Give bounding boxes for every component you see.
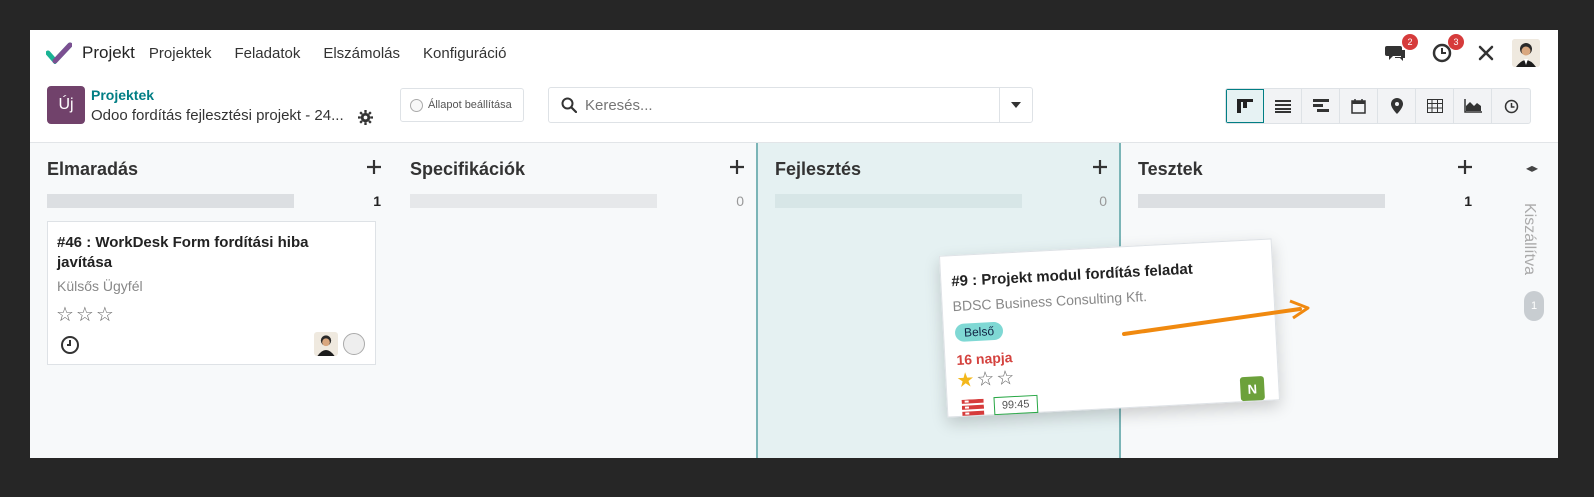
user-photo-icon [314,332,338,356]
view-list[interactable] [1264,89,1302,123]
task-title: #46 : WorkDesk Form fordítási hiba javít… [57,234,309,271]
user-photo-icon [1512,39,1540,67]
column-count: 0 [736,193,744,209]
add-task-icon[interactable] [1458,160,1472,174]
menu-elszamolas[interactable]: Elszámolás [323,45,400,62]
kanban-column-specifikaciok: Specifikációk 0 [393,143,756,458]
kanban-column-elmaradas: Elmaradás 1 #46 : WorkDesk Form fordítás… [30,143,393,458]
page-title: Odoo fordítás fejlesztési projekt - 24..… [91,107,344,124]
breadcrumb[interactable]: Projektek [91,87,154,103]
view-calendar[interactable] [1340,89,1378,123]
assignee-avatar[interactable] [314,332,338,356]
view-pivot[interactable] [1416,89,1454,123]
list-icon [1274,100,1291,113]
task-tag: Belső [954,321,1004,343]
top-navbar: Projekt Projektek Feladatok Elszámolás K… [30,30,1558,76]
app-name: Projekt [82,43,135,62]
task-card-46[interactable]: #46 : WorkDesk Form fordítási hiba javít… [47,221,376,365]
set-status-button[interactable]: Állapot beállítása [400,88,524,122]
activities-badge: 3 [1448,34,1464,50]
task-customer: BDSC Business Consulting Kft. [952,288,1148,315]
control-panel: Új Projektek Odoo fordítás fejlesztési p… [30,76,1558,142]
gantt-icon [1312,99,1329,112]
messages-badge: 2 [1402,34,1418,50]
menu-projektek[interactable]: Projektek [149,45,212,62]
column-progress-bar[interactable] [1138,194,1385,208]
task-title: #9 : Projekt modul fordítás feladat [950,260,1194,291]
new-button[interactable]: Új [47,86,85,124]
view-switcher [1225,88,1531,124]
unfold-arrows-icon[interactable]: ◂▸ [1526,161,1538,175]
priority-star-empty-icon[interactable]: ☆☆ [976,367,1017,391]
tools-icon [1478,45,1494,61]
add-task-icon[interactable] [1093,160,1107,174]
folded-column-title: Kiszállítva [1521,203,1538,276]
view-map[interactable] [1378,89,1416,123]
project-logo-icon [46,42,72,64]
search-icon [561,97,577,113]
assignee-avatar-initial[interactable]: N [1239,375,1265,402]
task-customer: Külsős Ügyfél [57,278,143,294]
add-task-icon[interactable] [367,160,381,174]
activity-clock-icon[interactable] [60,335,80,355]
add-task-icon[interactable] [730,160,744,174]
column-title: Elmaradás [47,159,139,179]
column-progress-bar[interactable] [775,194,1022,208]
column-title: Tesztek [1138,159,1203,179]
kanban-column-folded-kiszallitva[interactable]: ◂▸ Kiszállítva 1 [1512,143,1558,458]
search-bar [548,87,1033,123]
pivot-table-icon [1426,99,1443,113]
debug-tools-button[interactable] [1474,41,1498,65]
drag-direction-arrow-icon [1122,299,1310,336]
activities-button[interactable]: 3 [1430,34,1464,65]
clock-icon [1504,99,1518,113]
caret-down-icon [1011,102,1021,108]
column-progress-bar[interactable] [47,194,294,208]
app-window: Projekt Projektek Feladatok Elszámolás K… [30,30,1558,458]
search-options-toggle[interactable] [999,88,1032,122]
priority-stars[interactable]: ☆☆☆ [56,302,116,327]
priority-star-filled-icon[interactable]: ★ [956,369,977,392]
menu-feladatok[interactable]: Feladatok [234,45,300,62]
column-progress-bar[interactable] [410,194,657,208]
priority-stars[interactable]: ★☆☆ [956,365,1017,393]
calendar-icon [1351,98,1366,114]
folded-column-count: 1 [1524,291,1544,321]
column-count: 0 [1099,193,1107,209]
status-circle-icon [410,98,423,112]
systray: 2 3 [1370,34,1540,67]
gear-icon[interactable] [358,110,373,125]
database-icon [961,398,985,416]
column-title: Fejlesztés [775,159,862,179]
column-count: 1 [1464,193,1472,209]
view-graph[interactable] [1454,89,1492,123]
column-title: Specifikációk [410,159,526,179]
app-brand[interactable]: Projekt [46,42,135,64]
map-marker-icon [1390,98,1403,114]
menu-konfiguracio[interactable]: Konfiguráció [423,45,506,62]
area-chart-icon [1463,99,1482,113]
kanban-board: Elmaradás 1 #46 : WorkDesk Form fordítás… [30,142,1558,458]
column-count: 1 [373,193,381,209]
view-gantt[interactable] [1302,89,1340,123]
user-avatar[interactable] [1512,39,1540,67]
view-kanban[interactable] [1226,89,1264,123]
messages-button[interactable]: 2 [1384,34,1418,65]
kanban-icon [1237,99,1253,113]
timesheet-hours: 99:45 [993,394,1038,416]
kanban-state-circle[interactable] [343,333,365,355]
status-label: Állapot beállítása [428,99,512,111]
search-input[interactable] [585,96,985,114]
view-activity[interactable] [1492,89,1530,123]
